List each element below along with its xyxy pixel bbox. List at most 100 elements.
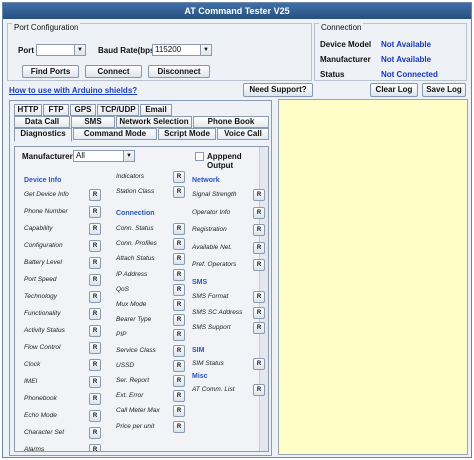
- need-support-button[interactable]: Need Support?: [243, 83, 313, 97]
- diag-item-station-class: Station Class: [116, 188, 155, 195]
- tab-voice-call[interactable]: Voice Call: [217, 128, 269, 140]
- run-operator-info-button[interactable]: R: [253, 206, 265, 219]
- tab-email[interactable]: Email: [140, 104, 172, 116]
- run-sms-support-button[interactable]: R: [253, 322, 265, 334]
- run-ip-address-button[interactable]: R: [173, 268, 185, 281]
- run-service-class-button[interactable]: R: [173, 344, 185, 357]
- diag-item-pip: PIP: [116, 331, 127, 339]
- run-get-device-info-button[interactable]: R: [89, 189, 101, 201]
- run-mux-mode-button[interactable]: R: [173, 299, 185, 311]
- run-station-class-button[interactable]: R: [173, 186, 185, 198]
- run-pip-button[interactable]: R: [173, 329, 185, 342]
- diag-item-ussd: USSD: [116, 361, 135, 369]
- diag-item-mux-mode: Mux Mode: [116, 301, 147, 308]
- diag-item-conn-status: Conn. Status: [116, 225, 154, 232]
- run-clock-button[interactable]: R: [89, 359, 101, 371]
- diag-item-indicators: Indicators: [116, 173, 145, 180]
- run-available-net-button[interactable]: R: [253, 241, 265, 254]
- connection-group: Connection Device Model Not Available Ma…: [314, 23, 467, 81]
- chevron-down-icon: ▼: [123, 151, 134, 161]
- tab-diagnostics[interactable]: Diagnostics: [14, 128, 72, 142]
- run-alarms-button[interactable]: R: [89, 444, 101, 451]
- diag-item-service-class: Service Class: [116, 346, 156, 354]
- find-ports-button[interactable]: Find Ports: [22, 65, 79, 78]
- run-technology-button[interactable]: R: [89, 291, 101, 303]
- run-qos-button[interactable]: R: [173, 283, 185, 296]
- diag-item-conn-profiles: Conn. Profiles: [116, 240, 157, 248]
- clear-log-button[interactable]: Clear Log: [370, 83, 418, 97]
- diag-item-imei: IMEI: [24, 378, 38, 385]
- arduino-help-link[interactable]: How to use with Arduino shields?: [9, 86, 137, 95]
- run-sim-status-button[interactable]: R: [253, 358, 265, 370]
- run-conn-profiles-button[interactable]: R: [173, 238, 185, 251]
- tab-tcp-udp[interactable]: TCP/UDP: [97, 104, 139, 116]
- run-battery-level-button[interactable]: R: [89, 257, 101, 269]
- run-phone-number-button[interactable]: R: [89, 206, 101, 218]
- status-label: Status: [320, 70, 345, 79]
- manufacturer-info-value: Not Available: [381, 55, 432, 64]
- device-model-value: Not Available: [381, 40, 432, 49]
- tab-script-mode[interactable]: Script Mode: [158, 128, 216, 140]
- run-capability-button[interactable]: R: [89, 223, 101, 235]
- run-sms-format-button[interactable]: R: [253, 291, 265, 303]
- append-output-checkbox[interactable]: [195, 152, 204, 161]
- diag-item-qos: QoS: [116, 285, 130, 293]
- run-ext-error-button[interactable]: R: [173, 390, 185, 403]
- run-functionality-button[interactable]: R: [89, 308, 101, 320]
- run-attach-status-button[interactable]: R: [173, 253, 185, 266]
- run-character-set-button[interactable]: R: [89, 427, 101, 439]
- run-at-comm-list-button[interactable]: R: [253, 384, 265, 396]
- run-conn-status-button[interactable]: R: [173, 223, 185, 235]
- run-ser-report-button[interactable]: R: [173, 375, 185, 387]
- connect-button[interactable]: Connect: [85, 65, 142, 78]
- run-ussd-button[interactable]: R: [173, 359, 185, 372]
- connection-header: Connection: [116, 210, 155, 217]
- run-indicators-button[interactable]: R: [173, 171, 185, 183]
- diag-item-signal-strength: Signal Strength: [192, 191, 237, 198]
- run-flow-control-button[interactable]: R: [89, 342, 101, 354]
- tab-sms[interactable]: SMS: [71, 116, 115, 128]
- run-price-per-unit-button[interactable]: R: [173, 420, 185, 433]
- misc-header: Misc: [192, 373, 208, 380]
- output-log-area[interactable]: [278, 99, 468, 455]
- tab-phone-book[interactable]: Phone Book: [193, 116, 269, 128]
- run-sms-sc-address-button[interactable]: R: [253, 306, 265, 319]
- run-call-meter-max-button[interactable]: R: [173, 405, 185, 418]
- diag-item-battery-level: Battery Level: [24, 259, 62, 266]
- connection-title: Connection: [319, 23, 364, 32]
- port-select[interactable]: ▼: [36, 44, 86, 56]
- diag-item-attach-status: Attach Status: [116, 255, 155, 263]
- run-activity-status-button[interactable]: R: [89, 325, 101, 337]
- diag-item-call-meter-max: Call Meter Max: [116, 407, 160, 415]
- run-echo-mode-button[interactable]: R: [89, 410, 101, 422]
- tab-gps[interactable]: GPS: [70, 104, 96, 116]
- save-log-button[interactable]: Save Log: [422, 83, 466, 97]
- diag-item-phonebook: Phonebook: [24, 395, 57, 402]
- diag-item-capability: Capability: [24, 225, 53, 232]
- run-signal-strength-button[interactable]: R: [253, 189, 265, 201]
- diag-item-echo-mode: Echo Mode: [24, 412, 57, 419]
- run-port-speed-button[interactable]: R: [89, 274, 101, 286]
- run-configuration-button[interactable]: R: [89, 240, 101, 252]
- port-configuration-group: Port Configuration Port ▼ Baud Rate(bps)…: [7, 23, 312, 81]
- tab-ftp[interactable]: FTP: [43, 104, 69, 116]
- tab-network-selection[interactable]: Network Selection: [116, 116, 192, 128]
- diagnostics-content: Manufacturer All ▼ Apppend Output Device…: [14, 146, 269, 452]
- diag-item-sms-support: SMS Support: [192, 324, 231, 331]
- run-pref-operators-button[interactable]: R: [253, 259, 265, 271]
- run-bearer-type-button[interactable]: R: [173, 314, 185, 327]
- run-registration-button[interactable]: R: [253, 224, 265, 236]
- run-phonebook-button[interactable]: R: [89, 393, 101, 405]
- tab-http[interactable]: HTTP: [14, 104, 42, 116]
- tab-command-mode[interactable]: Command Mode: [73, 128, 157, 140]
- run-imei-button[interactable]: R: [89, 376, 101, 388]
- manufacturer-select[interactable]: All ▼: [73, 150, 135, 162]
- tab-data-call[interactable]: Data Call: [14, 116, 70, 128]
- baud-rate-select[interactable]: 115200 ▼: [152, 44, 212, 56]
- diag-item-port-speed: Port Speed: [24, 276, 57, 283]
- disconnect-button[interactable]: Disconnect: [148, 65, 210, 78]
- sms-header: SMS: [192, 279, 208, 286]
- diag-item-ser-report: Ser. Report: [116, 377, 149, 384]
- diag-item-flow-control: Flow Control: [24, 344, 61, 351]
- diag-item-get-device-info: Get Device Info: [24, 191, 69, 198]
